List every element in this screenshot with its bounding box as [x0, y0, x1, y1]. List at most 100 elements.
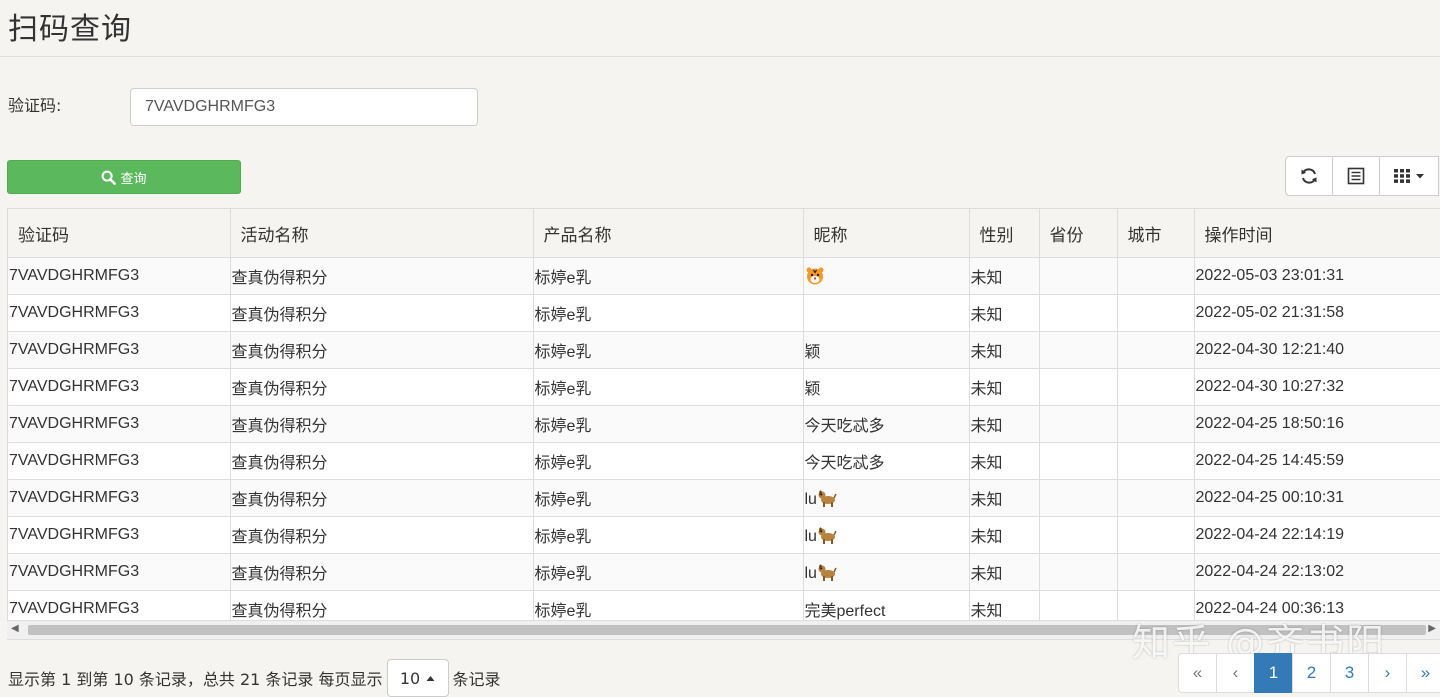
cell-text: 查真伪得积分 — [231, 344, 328, 361]
cell-product: 标婷e乳 — [533, 405, 804, 443]
table-row[interactable]: 7VAVDGHRMFG3 查真伪得积分 标婷e乳 lu 未知 2022-04-25 00:… — [8, 479, 1440, 517]
cell-text: 查真伪得积分 — [231, 381, 328, 398]
cell-code: 7VAVDGHRMFG3 — [8, 516, 231, 554]
column-header[interactable]: 省份 — [1039, 209, 1118, 258]
search-button[interactable]: 查询 — [7, 160, 241, 194]
cell-text: 查真伪得积分 — [231, 529, 328, 546]
cell-product: 标婷e乳 — [533, 331, 804, 369]
first-page-button[interactable]: « — [1178, 653, 1217, 693]
cell-product: 标婷e乳 — [533, 516, 804, 554]
cell-city — [1117, 257, 1195, 295]
cell-product: 标婷e乳 — [533, 294, 804, 332]
page-size-dropdown[interactable]: 10 — [386, 659, 449, 697]
cell-code: 7VAVDGHRMFG3 — [8, 257, 231, 295]
table-row[interactable]: 7VAVDGHRMFG3 查真伪得积分 标婷e乳 未知 2022-05-02 21:31… — [8, 294, 1440, 332]
scroll-left-icon[interactable]: ◀ — [11, 623, 19, 634]
page-title: 扫码查询 — [8, 12, 132, 47]
cell-text: 标婷e乳 — [534, 307, 592, 324]
cell-text: 未知 — [970, 418, 1003, 435]
cell-code: 7VAVDGHRMFG3 — [8, 368, 231, 406]
cell-time: 2022-04-30 10:27:32 — [1194, 368, 1440, 406]
cell-city — [1117, 405, 1195, 443]
table-row[interactable]: 7VAVDGHRMFG3 查真伪得积分 标婷e乳 今天吃忒多 未知 2022-04-25 … — [8, 405, 1440, 443]
cell-province — [1039, 257, 1118, 295]
cell-activity: 查真伪得积分 — [230, 516, 534, 554]
refresh-button[interactable] — [1285, 156, 1333, 196]
list-icon — [1347, 167, 1365, 185]
cell-nickname: 颖 — [803, 331, 970, 369]
cell-time: 2022-04-24 22:14:19 — [1194, 516, 1440, 554]
next-page-button[interactable]: › — [1368, 653, 1407, 693]
page-button[interactable]: 1 — [1254, 653, 1293, 693]
refresh-icon — [1301, 168, 1317, 184]
columns-dropdown-button[interactable] — [1379, 156, 1439, 196]
toggle-view-button[interactable] — [1332, 156, 1380, 196]
cell-text: 未知 — [970, 566, 1003, 583]
cell-province — [1039, 294, 1118, 332]
cell-text: 7VAVDGHRMFG3 — [9, 600, 140, 617]
table-header-row: 验证码 活动名称 产品名称 昵称 性别 省份 城市 操作时间 — [8, 209, 1440, 258]
pagination-info: 显示第 1 到第 10 条记录，总共 21 条记录 每页显示 10 条记录 — [8, 659, 501, 697]
table-row[interactable]: 7VAVDGHRMFG3 查真伪得积分 标婷e乳 未知 2022-05-03 23:01… — [8, 257, 1440, 295]
table-row[interactable]: 7VAVDGHRMFG3 查真伪得积分 标婷e乳 lu 未知 2022-04-24 22:… — [8, 553, 1440, 591]
page-button[interactable]: 2 — [1292, 653, 1331, 693]
cell-province — [1039, 405, 1118, 443]
cell-text: 7VAVDGHRMFG3 — [9, 452, 140, 469]
cell-text: 今天吃忒多 — [804, 418, 885, 435]
cell-text: 7VAVDGHRMFG3 — [9, 489, 140, 506]
cell-gender: 未知 — [969, 368, 1040, 406]
prev-page-button[interactable]: ‹ — [1216, 653, 1255, 693]
cell-text: 2022-04-25 18:50:16 — [1195, 415, 1345, 432]
cell-text: 7VAVDGHRMFG3 — [9, 378, 140, 395]
cell-text: lu — [804, 564, 817, 582]
column-header[interactable]: 昵称 — [803, 209, 970, 258]
cell-gender: 未知 — [969, 257, 1040, 295]
column-header[interactable]: 性别 — [969, 209, 1040, 258]
title-divider — [0, 56, 1440, 57]
results-table: 验证码 活动名称 产品名称 昵称 性别 省份 城市 操作时间 7VAVDGHRM… — [7, 208, 1440, 621]
cell-gender: 未知 — [969, 294, 1040, 332]
cell-product: 标婷e乳 — [533, 442, 804, 480]
table-row[interactable]: 7VAVDGHRMFG3 查真伪得积分 标婷e乳 颖 未知 2022-04-30 12:2… — [8, 331, 1440, 369]
page-button[interactable]: 3 — [1330, 653, 1369, 693]
column-header[interactable]: 验证码 — [8, 209, 231, 258]
cell-text: 标婷e乳 — [534, 455, 592, 472]
table-row[interactable]: 7VAVDGHRMFG3 查真伪得积分 标婷e乳 lu 未知 2022-04-24 22:… — [8, 516, 1440, 554]
dog-emoji-icon — [818, 490, 837, 507]
cell-nickname: 今天吃忒多 — [803, 442, 970, 480]
cell-text: 查真伪得积分 — [231, 603, 328, 620]
search-icon — [102, 170, 117, 185]
cell-text: lu — [804, 490, 817, 508]
cell-text: 2022-05-03 23:01:31 — [1195, 267, 1345, 284]
cell-text: 查真伪得积分 — [231, 418, 328, 435]
cell-product: 标婷e乳 — [533, 257, 804, 295]
scroll-right-icon[interactable]: ▶ — [1428, 623, 1436, 634]
pagination: « ‹ 1 2 3 › » — [1178, 653, 1440, 693]
cell-text: 查真伪得积分 — [231, 307, 328, 324]
cell-time: 2022-05-03 23:01:31 — [1194, 257, 1440, 295]
column-header[interactable]: 产品名称 — [533, 209, 804, 258]
last-page-button[interactable]: » — [1406, 653, 1440, 693]
cell-code: 7VAVDGHRMFG3 — [8, 590, 231, 621]
cell-province — [1039, 479, 1118, 517]
cell-nickname: 颖 — [803, 368, 970, 406]
cell-activity: 查真伪得积分 — [230, 257, 534, 295]
cell-text: 标婷e乳 — [534, 603, 592, 620]
cell-product: 标婷e乳 — [533, 479, 804, 517]
code-input[interactable] — [130, 88, 478, 126]
column-header[interactable]: 城市 — [1117, 209, 1195, 258]
table-row[interactable]: 7VAVDGHRMFG3 查真伪得积分 标婷e乳 今天吃忒多 未知 2022-04-25 … — [8, 442, 1440, 480]
cell-time: 2022-04-30 12:21:40 — [1194, 331, 1440, 369]
cell-text: 7VAVDGHRMFG3 — [9, 304, 140, 321]
column-header[interactable]: 活动名称 — [230, 209, 534, 258]
column-header[interactable]: 操作时间 — [1194, 209, 1440, 258]
records-suffix: 条记录 — [452, 670, 501, 689]
cell-product: 标婷e乳 — [533, 368, 804, 406]
cell-time: 2022-04-24 22:13:02 — [1194, 553, 1440, 591]
cell-nickname: lu — [803, 479, 970, 517]
cell-gender: 未知 — [969, 479, 1040, 517]
cell-text: 未知 — [970, 270, 1003, 287]
cell-gender: 未知 — [969, 405, 1040, 443]
cell-text: 2022-04-24 22:14:19 — [1195, 526, 1345, 543]
table-row[interactable]: 7VAVDGHRMFG3 查真伪得积分 标婷e乳 颖 未知 2022-04-30 10:2… — [8, 368, 1440, 406]
